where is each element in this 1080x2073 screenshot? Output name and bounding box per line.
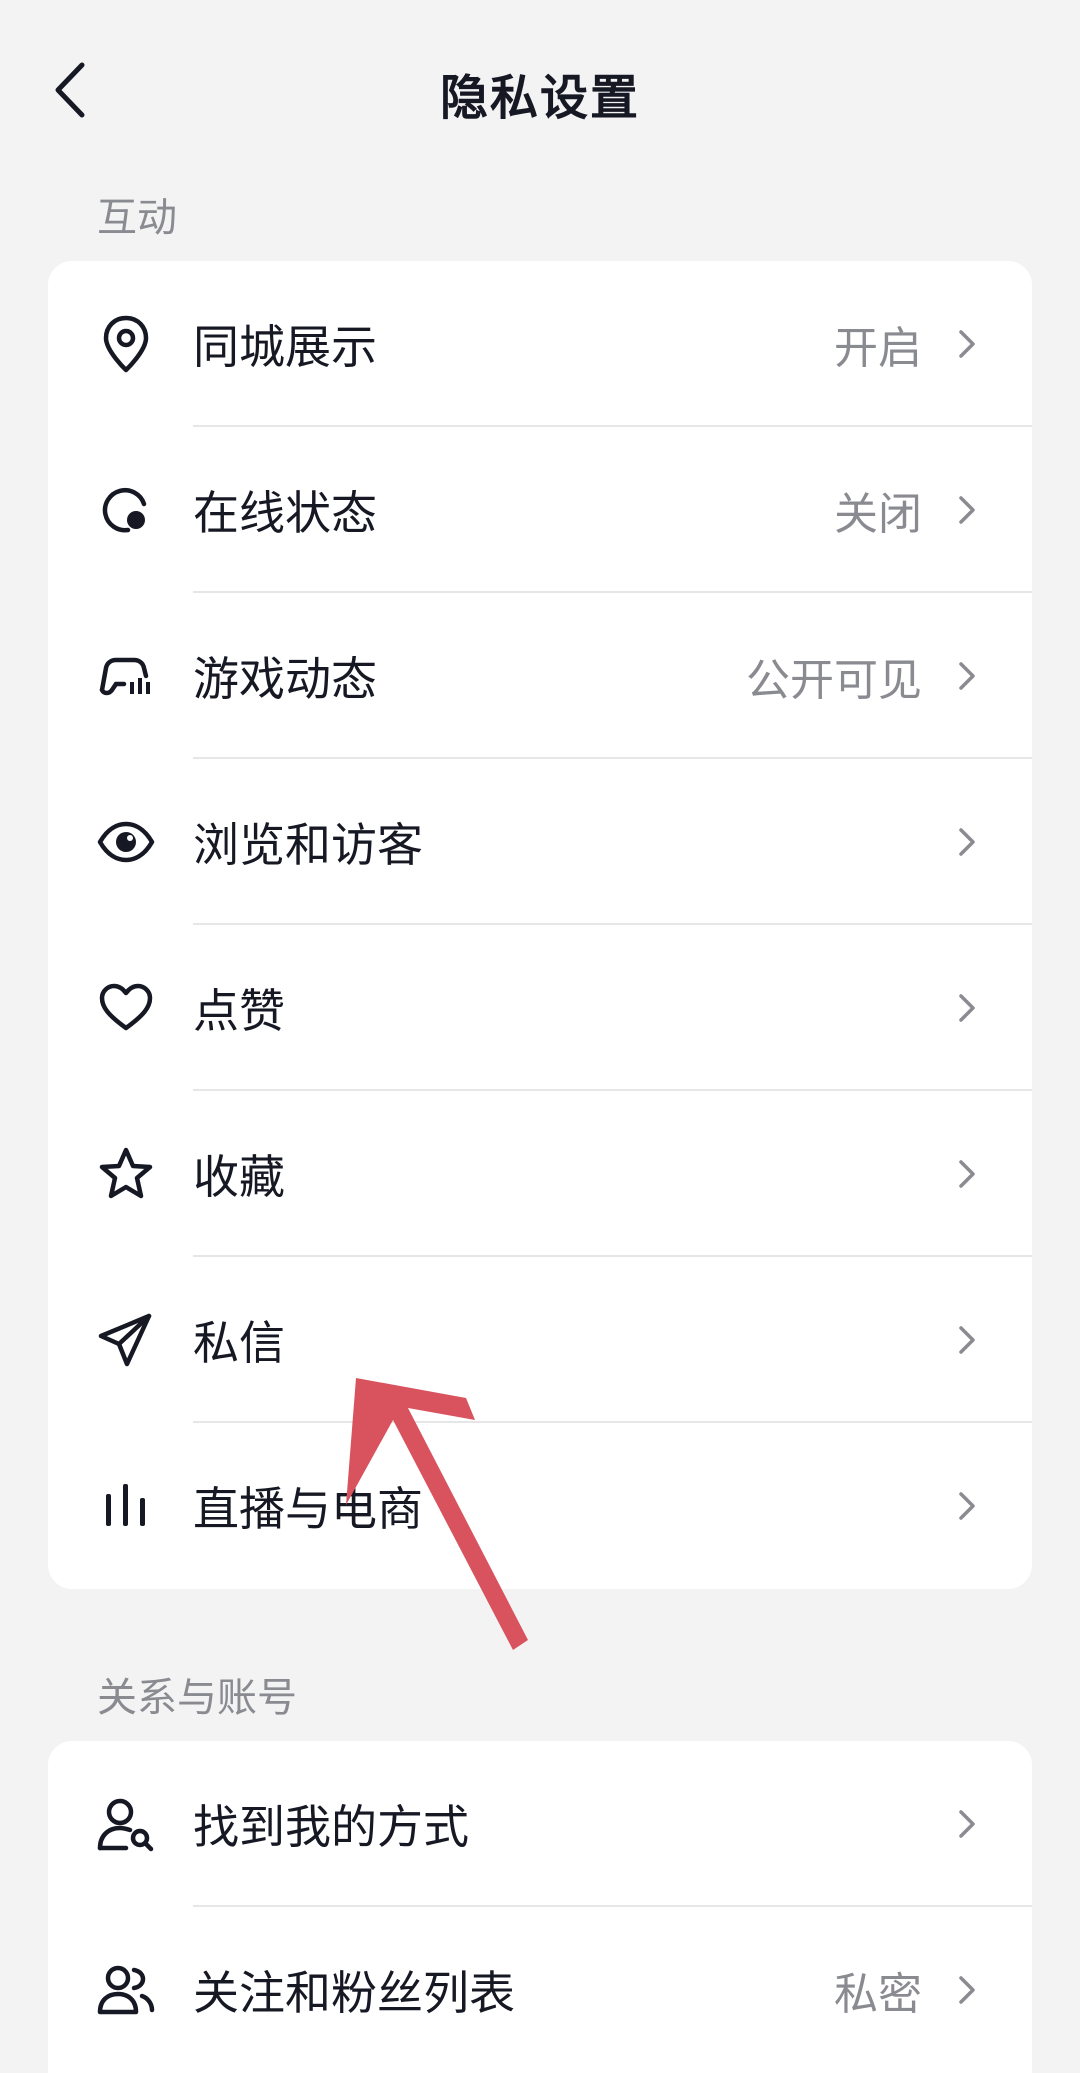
settings-row-label: 游戏动态 [193,652,377,706]
settings-row-label: 直播与电商 [193,1482,423,1536]
settings-row-likes[interactable]: 点赞 [48,925,1032,1091]
settings-row-label: 在线状态 [193,486,377,540]
settings-row-value: 关闭 [834,489,922,540]
settings-row-live-commerce[interactable]: 直播与电商 [48,1423,1032,1589]
location-pin-icon [96,314,156,374]
settings-row-game-activity[interactable]: 游戏动态 公开可见 [48,593,1032,759]
page-title: 隐私设置 [439,70,640,126]
settings-row-follow-list[interactable]: 关注和粉丝列表 私密 [48,1907,1032,2073]
eye-icon [96,812,156,872]
settings-row-label: 关注和粉丝列表 [193,1966,515,2020]
settings-row-value: 公开可见 [746,655,922,706]
settings-row-label: 收藏 [193,1150,285,1204]
settings-row-nearby[interactable]: 同城展示 开启 [48,261,1032,427]
settings-row-online-status[interactable]: 在线状态 关闭 [48,427,1032,593]
send-icon [96,1310,156,1370]
star-icon [96,1144,156,1204]
settings-row-views-visitors[interactable]: 浏览和访客 [48,759,1032,925]
section-title-interaction: 互动 [97,195,177,241]
chevron-right-icon [959,1492,975,1520]
heart-icon [96,978,156,1038]
settings-row-find-me[interactable]: 找到我的方式 [48,1741,1032,1907]
users-icon [96,1960,156,2020]
chevron-right-icon [959,828,975,856]
settings-row-label: 找到我的方式 [193,1800,469,1854]
settings-row-value: 私密 [834,1969,922,2020]
settings-row-label: 浏览和访客 [193,818,423,872]
chevron-right-icon [959,1810,975,1838]
user-search-icon [96,1794,156,1854]
settings-row-label: 同城展示 [193,320,377,374]
chevron-right-icon [959,1160,975,1188]
chevron-right-icon [959,496,975,524]
settings-row-label: 点赞 [193,984,285,1038]
chevron-right-icon [959,662,975,690]
chevron-right-icon [959,1976,975,2004]
settings-row-value: 开启 [834,323,922,374]
chevron-right-icon [959,1326,975,1354]
bar-chart-icon [96,1476,156,1536]
header-bar: 隐私设置 [0,0,1080,185]
settings-row-direct-messages[interactable]: 私信 [48,1257,1032,1423]
chevron-right-icon [959,330,975,358]
interaction-settings-card: 同城展示 开启 在线状态 关闭 游戏动态 公开可见 浏览和访客 点赞 收藏 私信… [48,261,1032,1589]
chevron-right-icon [959,994,975,1022]
online-status-icon [96,480,156,540]
relations-settings-card: 找到我的方式 关注和粉丝列表 私密 [48,1741,1032,2073]
settings-row-label: 私信 [193,1316,285,1370]
gamepad-icon [96,646,156,706]
settings-row-favorites[interactable]: 收藏 [48,1091,1032,1257]
section-title-relations: 关系与账号 [97,1675,297,1721]
